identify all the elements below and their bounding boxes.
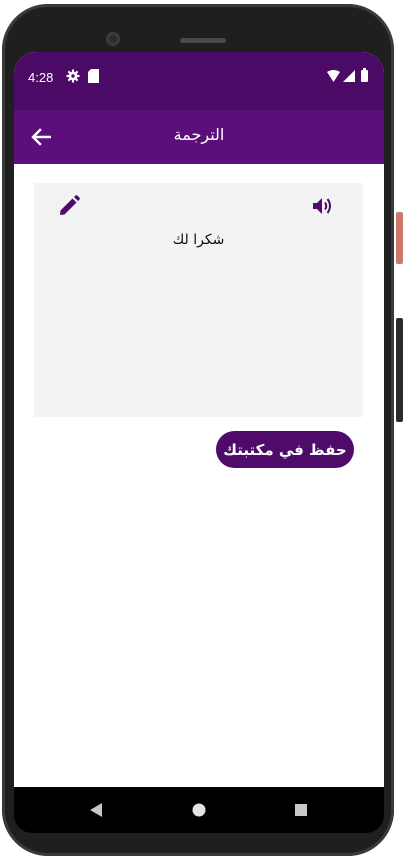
phone-device: 4:28 الترجمة شكرا لك حفظ في مكتبتك [0, 0, 403, 860]
status-time: 4:28 [28, 70, 54, 85]
volume-button [396, 318, 403, 422]
speaker-icon [313, 198, 331, 214]
back-triangle-icon[interactable] [90, 803, 102, 817]
translation-card: شكرا لك [34, 183, 363, 417]
camera-icon [106, 32, 120, 46]
gear-icon [66, 69, 80, 83]
app-bar: الترجمة [14, 110, 384, 164]
sd-card-icon [88, 69, 99, 83]
app-screen: 4:28 الترجمة شكرا لك حفظ في مكتبتك [14, 52, 384, 787]
wifi-icon [327, 70, 340, 82]
earpiece [180, 38, 226, 43]
power-button [396, 212, 403, 264]
pencil-icon [60, 195, 80, 215]
speaker-button[interactable] [310, 193, 336, 219]
status-bar: 4:28 [14, 52, 384, 110]
battery-icon [361, 68, 368, 82]
page-title: الترجمة [173, 125, 225, 144]
navigation-bar [14, 787, 384, 833]
edit-button[interactable] [56, 193, 82, 219]
home-circle-icon[interactable] [192, 803, 206, 817]
save-to-library-button[interactable]: حفظ في مكتبتك [216, 431, 354, 468]
translation-text: شكرا لك [172, 232, 225, 248]
recents-square-icon[interactable] [295, 804, 307, 816]
signal-icon [343, 70, 355, 82]
